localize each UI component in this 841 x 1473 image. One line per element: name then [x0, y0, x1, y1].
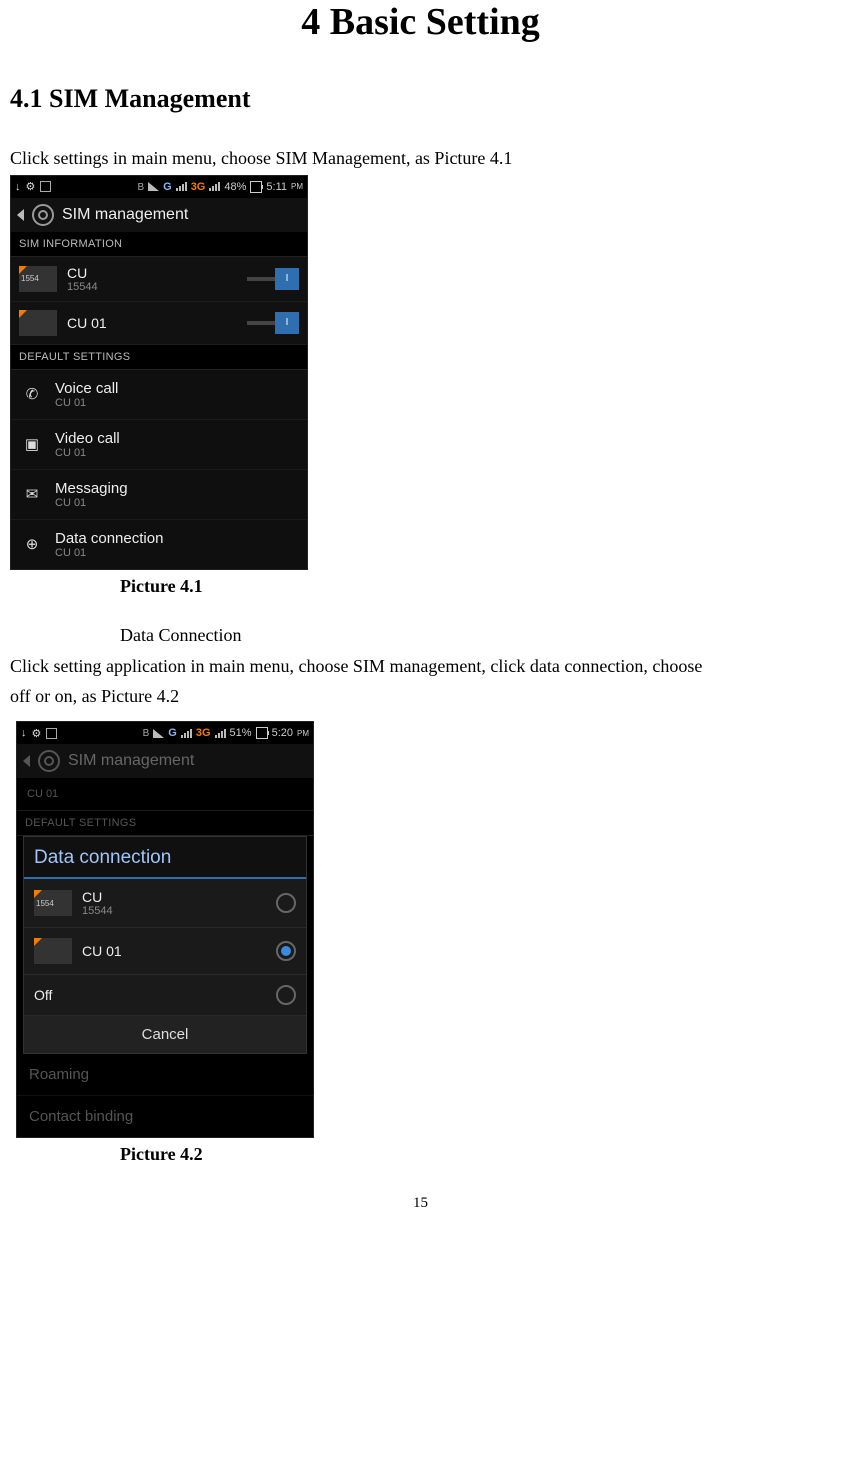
card-status-icon [40, 181, 51, 192]
status-time: 5:20 [272, 727, 293, 739]
figure-caption-2: Picture 4.2 [120, 1144, 831, 1165]
network-g-label: G [168, 727, 177, 739]
signal-icon [181, 729, 192, 738]
card-status-icon [46, 728, 57, 739]
status-ampm: PM [291, 182, 303, 191]
sim-toggle[interactable]: I [247, 269, 299, 289]
battery-percent: 48% [224, 181, 246, 193]
screen-header-title: SIM management [62, 206, 188, 224]
sim-chip-label: 1554 [36, 899, 54, 908]
download-icon [21, 727, 27, 739]
radio-icon[interactable] [276, 893, 296, 913]
radio-icon[interactable] [276, 985, 296, 1005]
video-icon: ▣ [21, 433, 43, 455]
download-icon [15, 181, 21, 193]
battery-icon [250, 181, 262, 193]
radio-option-off[interactable]: Off [24, 975, 306, 1016]
battery-percent: 51% [230, 727, 252, 739]
row-title: Video call [55, 430, 120, 447]
background-faded-row: CU 01 [17, 778, 313, 811]
row-subtitle: CU 01 [55, 447, 120, 459]
wifi-icon [153, 729, 164, 738]
cancel-button[interactable]: Cancel [24, 1016, 306, 1053]
back-icon[interactable] [17, 209, 24, 221]
gear-icon [38, 750, 60, 772]
sim-row[interactable]: CU 01 I [11, 302, 307, 345]
radio-icon[interactable] [276, 941, 296, 961]
default-data-connection[interactable]: ⊕ Data connection CU 01 [11, 520, 307, 569]
row-subtitle: CU 01 [27, 788, 58, 800]
intro-paragraph-1: Click settings in main menu, choose SIM … [10, 144, 831, 173]
screen-header-title: SIM management [68, 752, 194, 770]
section-default-settings: DEFAULT SETTINGS [17, 811, 313, 836]
signal-icon-2 [215, 729, 226, 738]
option-name: CU 01 [82, 943, 122, 959]
default-voice-call[interactable]: ✆ Voice call CU 01 [11, 370, 307, 420]
message-icon: ✉ [21, 483, 43, 505]
intro-paragraph-2b: off or on, as Picture 4.2 [10, 682, 831, 711]
network-3g-label: 3G [196, 727, 211, 739]
sim-chip-label: 1554 [21, 274, 39, 283]
network-g-label: G [163, 181, 172, 193]
background-row-roaming: Roaming [17, 1054, 313, 1096]
row-subtitle: CU 01 [55, 497, 128, 509]
background-row-contact-binding: Contact binding [17, 1096, 313, 1137]
figure-caption-1: Picture 4.1 [120, 576, 831, 597]
row-title: Messaging [55, 480, 128, 497]
sim-chip-icon: 1554 [19, 266, 57, 292]
row-title: Data connection [55, 530, 163, 547]
section-default-settings: DEFAULT SETTINGS [11, 345, 307, 370]
toggle-knob: I [275, 312, 299, 334]
section-sim-information: SIM INFORMATION [11, 232, 307, 257]
intro-paragraph-2a: Click setting application in main menu, … [10, 652, 831, 681]
sub-heading-data-connection: Data Connection [10, 621, 831, 650]
battery-icon [256, 727, 268, 739]
section-heading: 4.1 SIM Management [10, 84, 831, 114]
radio-option-cu[interactable]: 1554 CU 15544 [24, 879, 306, 928]
bluetooth-icon [137, 181, 144, 193]
screenshot-data-connection-dialog: G 3G 51% 5:20 PM SIM management CU 01 DE… [16, 721, 314, 1138]
sim-toggle[interactable]: I [247, 313, 299, 333]
page-title: 4 Basic Setting [10, 0, 831, 44]
sim-chip-icon: 1554 [34, 890, 72, 916]
network-3g-label: 3G [191, 181, 206, 193]
default-video-call[interactable]: ▣ Video call CU 01 [11, 420, 307, 470]
status-ampm: PM [297, 729, 309, 738]
wifi-icon [148, 182, 159, 191]
status-bar: G 3G 51% 5:20 PM [17, 722, 313, 744]
sim-chip-icon [34, 938, 72, 964]
sim-chip-icon [19, 310, 57, 336]
settings-status-icon [32, 727, 42, 740]
status-time: 5:11 [266, 181, 287, 193]
row-title: Voice call [55, 380, 118, 397]
phone-icon: ✆ [21, 383, 43, 405]
status-bar: G 3G 48% 5:11 PM [11, 176, 307, 198]
radio-option-cu01[interactable]: CU 01 [24, 928, 306, 975]
page-number: 15 [10, 1195, 831, 1212]
data-connection-dialog: Data connection 1554 CU 15544 [23, 836, 307, 1054]
toggle-knob: I [275, 268, 299, 290]
gear-icon [32, 204, 54, 226]
sim-name: CU 01 [67, 315, 237, 331]
globe-icon: ⊕ [21, 533, 43, 555]
row-subtitle: CU 01 [55, 547, 163, 559]
dialog-title: Data connection [24, 837, 306, 879]
option-name: Off [34, 987, 52, 1003]
default-messaging[interactable]: ✉ Messaging CU 01 [11, 470, 307, 520]
signal-icon [176, 182, 187, 191]
back-icon [23, 755, 30, 767]
sim-row[interactable]: 1554 CU 15544 I [11, 257, 307, 302]
sim-number: 15544 [67, 281, 237, 293]
sim-name: CU [67, 265, 237, 281]
option-sub: 15544 [82, 905, 113, 917]
screenshot-sim-management: G 3G 48% 5:11 PM SIM management SIM INFO… [10, 175, 308, 570]
settings-status-icon [26, 180, 36, 193]
bluetooth-icon [143, 727, 150, 739]
screen-header: SIM management [17, 744, 313, 778]
screen-header[interactable]: SIM management [11, 198, 307, 232]
row-subtitle: CU 01 [55, 397, 118, 409]
signal-icon-2 [209, 182, 220, 191]
option-name: CU [82, 889, 113, 905]
